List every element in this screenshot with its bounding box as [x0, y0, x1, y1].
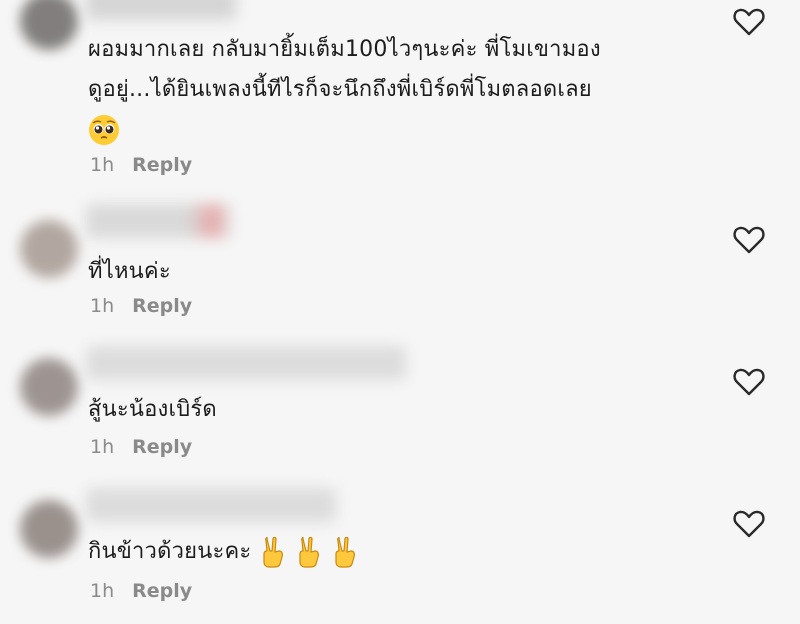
comment-text: กินข้าวด้วยนะคะ [88, 532, 363, 572]
comment-meta: 1h Reply [90, 154, 192, 176]
avatar[interactable] [20, 358, 78, 416]
comment-text: ผอมมากเลย กลับมายิ้มเต็ม100ไวๆนะค่ะ พี่โ… [88, 30, 601, 150]
timestamp: 1h [90, 436, 115, 458]
comment-item: ที่ไหนค่ะ 1h Reply [0, 190, 800, 340]
avatar[interactable] [20, 0, 78, 50]
comment-meta: 1h Reply [90, 436, 192, 458]
comment-item: ผอมมากเลย กลับมายิ้มเต็ม100ไวๆนะค่ะ พี่โ… [0, 0, 800, 190]
reply-button[interactable]: Reply [132, 295, 192, 317]
comment-text: สู้นะน้องเบิร์ด [88, 397, 217, 422]
timestamp: 1h [90, 580, 115, 602]
avatar[interactable] [20, 500, 78, 558]
comment-meta: 1h Reply [90, 580, 192, 602]
victory-hand-icon [255, 536, 363, 568]
username[interactable] [86, 346, 406, 380]
comment-text-line: ดูอยู่...ได้ยินเพลงนี้ทีไรก็จะนึกถึงพี่เ… [88, 77, 592, 102]
reply-button[interactable]: Reply [132, 436, 192, 458]
heart-outline-icon[interactable] [732, 508, 766, 540]
username[interactable] [86, 0, 236, 20]
heart-outline-icon[interactable] [732, 6, 766, 38]
reply-button[interactable]: Reply [132, 154, 192, 176]
pleading-face-icon [88, 110, 601, 150]
heart-outline-icon[interactable] [732, 366, 766, 398]
comment-text: ที่ไหนค่ะ [88, 259, 171, 284]
timestamp: 1h [90, 295, 115, 317]
username[interactable] [86, 488, 336, 522]
reply-button[interactable]: Reply [132, 580, 192, 602]
timestamp: 1h [90, 154, 115, 176]
comment-text-label: กินข้าวด้วยนะคะ [88, 539, 252, 564]
comment-item: กินข้าวด้วยนะคะ 1h Reply [0, 480, 800, 624]
heart-outline-icon[interactable] [732, 224, 766, 256]
username[interactable] [86, 204, 231, 238]
comment-meta: 1h Reply [90, 295, 192, 317]
avatar[interactable] [20, 220, 78, 278]
comment-item: สู้นะน้องเบิร์ด 1h Reply [0, 340, 800, 480]
comment-text-line: ผอมมากเลย กลับมายิ้มเต็ม100ไวๆนะค่ะ พี่โ… [88, 37, 601, 62]
